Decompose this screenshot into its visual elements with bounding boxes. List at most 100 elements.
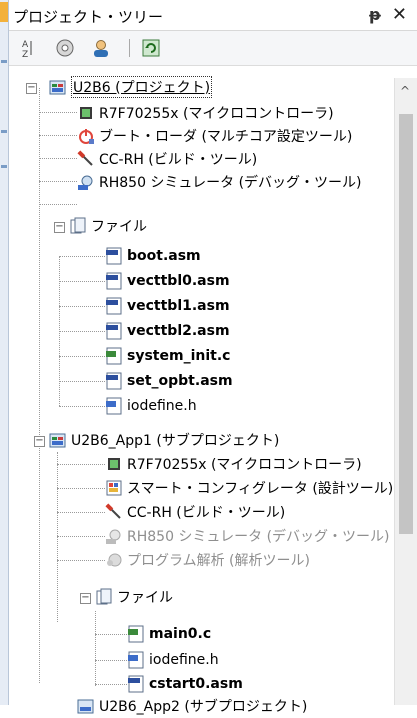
- tree-node-bootloader[interactable]: ブート・ローダ (マルチコア設定ツール): [77, 124, 352, 148]
- analysis-icon: [105, 551, 123, 569]
- collapse-toggle[interactable]: −: [54, 222, 65, 233]
- tree-line: [39, 88, 40, 683]
- collapse-toggle[interactable]: −: [26, 83, 37, 94]
- chip-icon: [105, 455, 123, 473]
- tree-node-sub-mcu[interactable]: R7F70255x (マイクロコントローラ): [105, 452, 362, 476]
- asm-file-icon: [105, 372, 123, 390]
- tree-node-sub-ccrh[interactable]: CC-RH (ビルド・ツール): [105, 500, 285, 524]
- tree-node-simulator[interactable]: RH850 シミュレータ (デバッグ・ツール): [77, 170, 362, 194]
- tree-line: [95, 611, 96, 686]
- tree-node-file[interactable]: system_init.c: [105, 344, 230, 368]
- vertical-scrollbar[interactable]: ^: [394, 78, 417, 705]
- tree-node-file[interactable]: cstart0.asm: [127, 672, 243, 696]
- dock-grip[interactable]: [0, 2, 8, 22]
- asm-file-icon: [105, 272, 123, 290]
- tree-node-label: system_init.c: [127, 348, 231, 364]
- tree-line: [59, 381, 105, 382]
- tree-node-label: U2B6 (プロジェクト): [71, 76, 213, 98]
- tree-node-label: CC-RH (ビルド・ツール): [127, 505, 286, 521]
- user-icon[interactable]: [91, 38, 111, 58]
- svg-text:Z: Z: [22, 50, 28, 58]
- tree-line: [39, 112, 77, 113]
- project-icon: [77, 697, 95, 715]
- tree-node-file[interactable]: boot.asm: [105, 244, 201, 268]
- project-icon: [49, 78, 67, 96]
- scroll-thumb[interactable]: [399, 114, 413, 534]
- dock-marker: [1, 130, 7, 133]
- close-icon[interactable]: ✕: [392, 4, 407, 25]
- asm-file-icon: [105, 247, 123, 265]
- scroll-up-icon[interactable]: ^: [400, 84, 410, 98]
- hammer-icon: [105, 503, 123, 521]
- tree-node-file[interactable]: iodefine.h: [127, 648, 219, 672]
- tree-line: [39, 181, 77, 182]
- c-file-icon: [127, 625, 145, 643]
- tree-node-subproject[interactable]: U2B6_App1 (サブプロジェクト): [49, 428, 279, 452]
- tree-line: [59, 306, 105, 307]
- collapse-toggle[interactable]: −: [34, 436, 45, 447]
- tree-node-file[interactable]: set_opbt.asm: [105, 369, 233, 393]
- tree-node-sub-simulator[interactable]: RH850 シミュレータ (デバッグ・ツール): [105, 524, 390, 548]
- tree-line: [39, 158, 77, 159]
- tree-node-label: CC-RH (ビルド・ツール): [99, 152, 258, 168]
- tree-node-label: vecttbl1.asm: [127, 298, 230, 314]
- refresh-icon[interactable]: [141, 38, 161, 58]
- tree-node-label: ファイル: [117, 590, 173, 606]
- tree-line: [39, 204, 77, 205]
- asm-file-icon: [127, 675, 145, 693]
- tree-node-project[interactable]: U2B6 (プロジェクト): [49, 75, 213, 99]
- tree-node-mcu[interactable]: R7F70255x (マイクロコントローラ): [77, 101, 334, 125]
- dock-marker: [1, 60, 7, 63]
- tree-node-ccrh[interactable]: CC-RH (ビルド・ツール): [77, 147, 257, 171]
- tree-node-file[interactable]: vecttbl0.asm: [105, 269, 230, 293]
- tree-line: [95, 660, 127, 661]
- tree-node-label: set_opbt.asm: [127, 373, 233, 389]
- simulator-icon: [105, 527, 123, 545]
- project-icon: [49, 431, 67, 449]
- chip-icon: [77, 104, 95, 122]
- folder-icon: [95, 588, 113, 606]
- tree-line: [57, 560, 105, 561]
- tree-node-label: cstart0.asm: [149, 676, 243, 692]
- tree-node-label: R7F70255x (マイクロコントローラ): [127, 457, 362, 473]
- tree-node-label: iodefine.h: [149, 652, 219, 668]
- tree-node-label: vecttbl0.asm: [127, 273, 230, 289]
- tree-node-label: RH850 シミュレータ (デバッグ・ツール): [127, 529, 390, 545]
- c-file-icon: [105, 347, 123, 365]
- tree-line: [57, 464, 105, 465]
- tree-line: [57, 488, 105, 489]
- header-file-icon: [127, 651, 145, 669]
- tree-node-file[interactable]: main0.c: [127, 622, 211, 646]
- panel-title: プロジェクト・ツリー: [13, 8, 164, 26]
- collapse-toggle[interactable]: −: [80, 593, 91, 604]
- header-file-icon: [105, 397, 123, 415]
- tree-node-sub-file-folder[interactable]: ファイル: [95, 585, 173, 609]
- tree-node-file[interactable]: vecttbl1.asm: [105, 294, 230, 318]
- tree-node-label: RH850 シミュレータ (デバッグ・ツール): [99, 175, 362, 191]
- tree-toolbar: AZ: [9, 31, 417, 66]
- tree-line: [39, 135, 77, 136]
- tree-line: [59, 356, 105, 357]
- tree-node-label: vecttbl2.asm: [127, 323, 230, 339]
- hammer-icon: [77, 150, 95, 168]
- tree-node-next-subproject[interactable]: U2B6_App2 (サブプロジェクト): [77, 694, 307, 718]
- tree-node-analysis[interactable]: プログラム解析 (解析ツール): [105, 548, 310, 572]
- tree-node-label: スマート・コンフィグレータ (設計ツール): [127, 481, 394, 497]
- tree-node-label: iodefine.h: [127, 398, 197, 414]
- tree-node-file[interactable]: iodefine.h: [105, 394, 197, 418]
- project-tree: ^ − U2B6 (プロジェクト) R7F70255x (マイクロコントローラ)…: [9, 66, 417, 715]
- properties-icon[interactable]: [55, 38, 75, 58]
- tree-node-label: ブート・ローダ (マルチコア設定ツール): [99, 129, 353, 145]
- tree-node-smart-configurator[interactable]: スマート・コンフィグレータ (設計ツール): [105, 476, 393, 500]
- folder-icon: [69, 217, 87, 235]
- sort-icon[interactable]: AZ: [17, 38, 37, 58]
- dock-marker: [1, 165, 7, 168]
- tree-node-label: boot.asm: [127, 248, 201, 264]
- tree-node-file[interactable]: vecttbl2.asm: [105, 319, 230, 343]
- svg-text:A: A: [22, 40, 29, 50]
- configurator-icon: [105, 479, 123, 497]
- tree-node-file-folder[interactable]: ファイル: [69, 214, 147, 238]
- tree-node-label: R7F70255x (マイクロコントローラ): [99, 106, 334, 122]
- pin-icon[interactable]: ᵽ: [369, 5, 381, 24]
- tree-node-label: main0.c: [149, 626, 212, 642]
